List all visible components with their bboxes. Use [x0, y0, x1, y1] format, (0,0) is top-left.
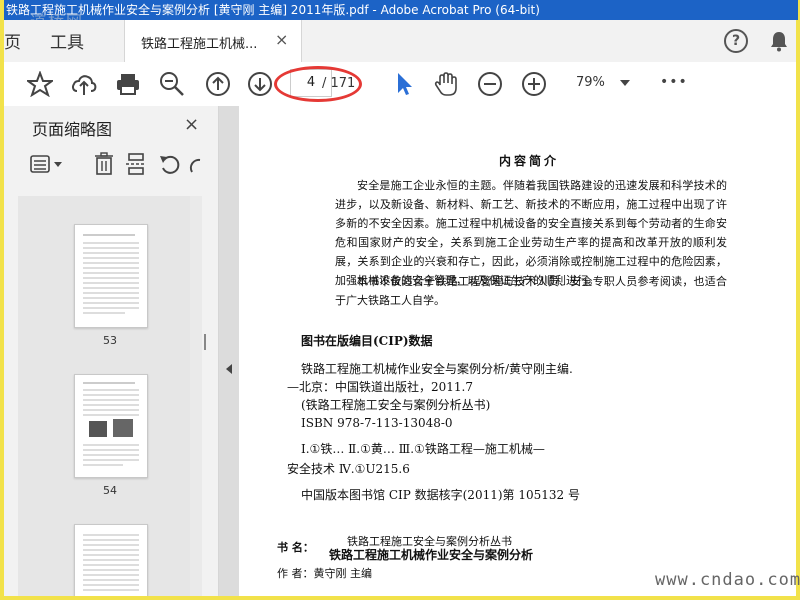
delete-page-icon[interactable]	[94, 152, 114, 180]
cip-line: (铁路工程施工安全与案例分析丛书)	[301, 398, 491, 412]
chevron-left-icon[interactable]	[226, 364, 232, 374]
tab-home[interactable]: 页	[4, 28, 21, 53]
book-name: 铁路工程施工机械作业安全与案例分析	[329, 548, 534, 562]
thumbnail-page-number: 54	[103, 484, 117, 497]
tab-close-icon[interactable]: ×	[275, 30, 288, 49]
author-line: 作 者：黄守刚 主编	[277, 567, 372, 580]
window-title: 铁路工程施工机械作业安全与案例分析 [黄守刚 主编] 2011年版.pdf - …	[6, 3, 540, 17]
page-thumbnail[interactable]	[74, 374, 148, 478]
rotate-left-icon[interactable]	[158, 152, 180, 180]
next-page-icon[interactable]	[246, 70, 274, 98]
bookmark-star-icon[interactable]	[26, 70, 54, 98]
thumbnail-page-number: 53	[103, 334, 117, 347]
zoom-search-icon[interactable]	[158, 70, 186, 98]
extract-page-icon[interactable]	[126, 152, 146, 180]
print-icon[interactable]	[114, 70, 142, 98]
cip-line: 中国版本图书馆 CIP 数据核字(2011)第 105132 号	[301, 488, 580, 502]
help-icon[interactable]: ?	[724, 29, 748, 53]
document-page: 内容简介 安全是施工企业永恒的主题。伴随着我国铁路建设的迅速发展和科学技术的进步…	[239, 106, 796, 596]
cip-line: 安全技术 Ⅳ.①U215.6	[287, 462, 410, 476]
book-name-label: 书 名：	[277, 541, 314, 554]
zoom-in-icon[interactable]	[520, 70, 548, 98]
cip-line: Ⅰ.①铁… Ⅱ.①黄… Ⅲ.①铁路工程—施工机械—	[301, 442, 545, 456]
hand-tool-icon[interactable]	[432, 70, 460, 98]
notification-bell-icon[interactable]	[769, 30, 789, 56]
cip-line: 铁路工程施工机械作业安全与案例分析/黄守刚主编.	[301, 362, 573, 376]
page-thumbnail[interactable]	[74, 524, 148, 596]
panel-pointer	[16, 146, 24, 162]
annotation-ellipse	[274, 66, 362, 102]
more-tools-icon[interactable]: •••	[660, 74, 688, 90]
rotate-right-icon[interactable]	[188, 152, 202, 180]
tab-document-label: 铁路工程施工机械...	[141, 37, 258, 52]
cip-line: ISBN 978-7-113-13048-0	[301, 416, 453, 430]
page-heading: 内容简介	[499, 154, 560, 168]
scrollbar-handle[interactable]	[204, 334, 206, 350]
tab-bar: 页 工具 铁路工程施工机械... × ?	[4, 20, 796, 63]
upload-cloud-icon[interactable]	[70, 70, 98, 98]
cip-heading: 图书在版编目(CIP)数据	[301, 334, 433, 348]
previous-page-icon[interactable]	[204, 70, 232, 98]
thumbnail-options-icon[interactable]	[30, 154, 64, 178]
select-cursor-icon[interactable]	[390, 70, 418, 98]
zoom-level-select[interactable]: 79%	[576, 75, 605, 90]
page-thumbnail[interactable]	[74, 224, 148, 328]
thumbnail-scrollbar[interactable]	[190, 196, 202, 596]
panel-close-icon[interactable]: ×	[184, 114, 199, 135]
zoom-out-icon[interactable]	[476, 70, 504, 98]
cip-line: —北京：中国铁道出版社，2011.7	[287, 380, 473, 394]
audience-paragraph: 本书不仅适合于铁路工程管理与技术人员、安全专职人员参考阅读，也适合于广大铁路工人…	[335, 275, 727, 307]
window-titlebar: 铁路工程施工机械作业安全与案例分析 [黄守刚 主编] 2011年版.pdf - …	[4, 0, 798, 20]
tab-document[interactable]: 铁路工程施工机械... ×	[124, 20, 302, 63]
tab-tools[interactable]: 工具	[50, 28, 84, 53]
main-toolbar: 4 / 171 79% •••	[4, 62, 796, 107]
panel-title: 页面缩略图	[32, 120, 113, 139]
thumbnail-panel: 页面缩略图 × 53 54	[4, 106, 219, 596]
thumbnail-list: 53 54	[18, 196, 202, 596]
bottom-watermark: www.cndao.com	[655, 570, 800, 590]
panel-collapse-bar[interactable]	[219, 106, 239, 596]
chevron-down-icon[interactable]	[620, 80, 630, 86]
